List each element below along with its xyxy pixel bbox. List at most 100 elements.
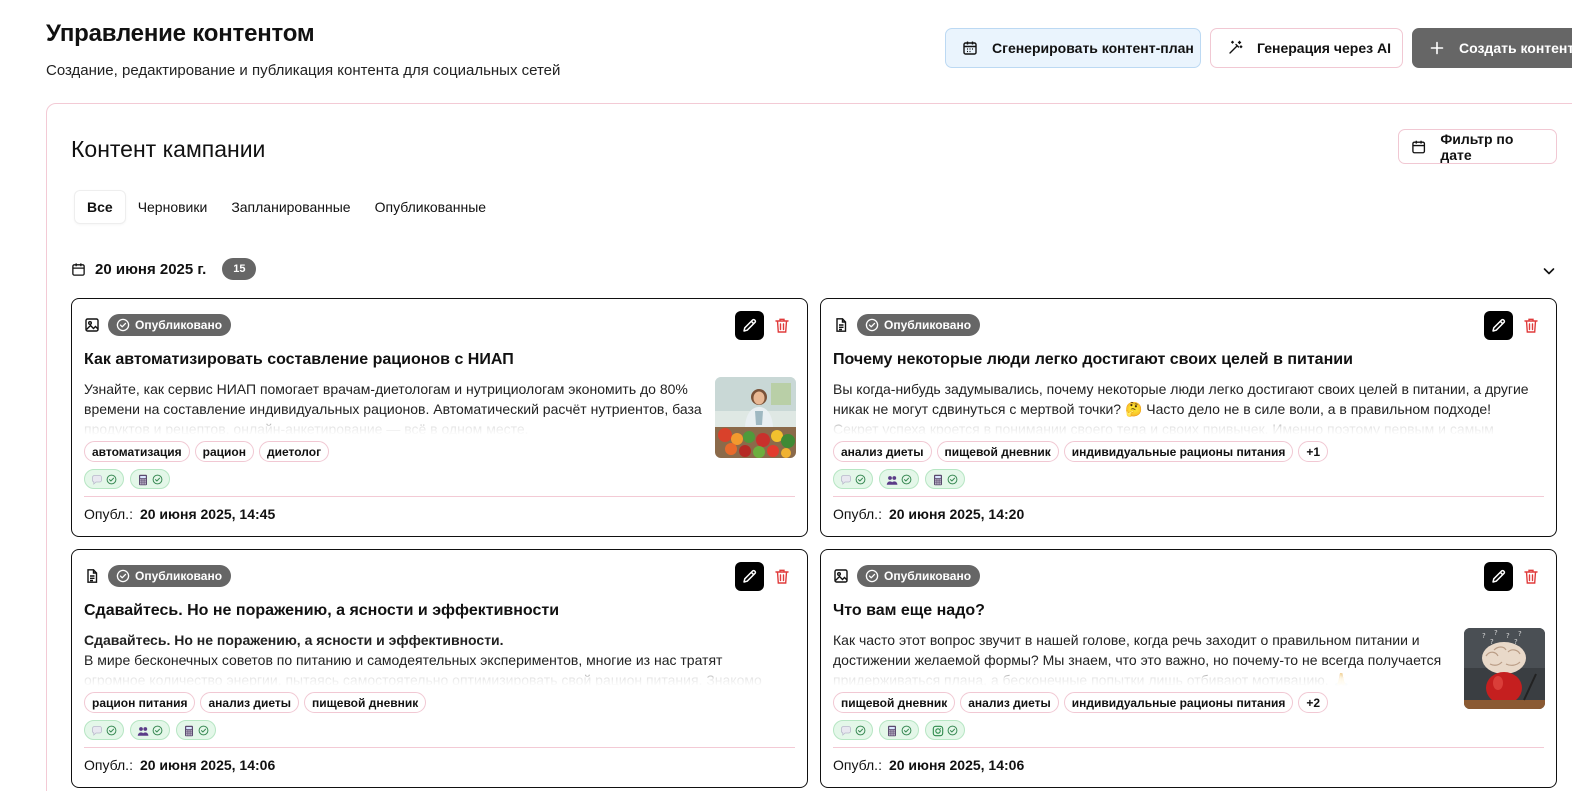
tab-scheduled[interactable]: Запланированные	[219, 190, 362, 224]
published-date: 20 июня 2025, 14:06	[139, 757, 276, 773]
platform-status-chip	[130, 469, 170, 489]
tag[interactable]: индивидуальные рационы питания	[1063, 692, 1294, 713]
content-card[interactable]: Опубликовано Что вам еще надо? Как часто э…	[820, 549, 1557, 788]
content-card[interactable]: Опубликовано Почему некоторые люди легко …	[820, 298, 1557, 537]
tag[interactable]: индивидуальные рационы питания	[1063, 441, 1294, 462]
edit-button[interactable]	[735, 562, 764, 591]
card-body-lead: Сдавайтесь. Но не поражению, а ясности и…	[84, 632, 504, 648]
card-footer: Опубл.: 20 июня 2025, 14:20	[833, 506, 1024, 522]
card-body-text: В мире бесконечных советов по питанию и …	[84, 652, 762, 686]
tag[interactable]: анализ диеты	[960, 692, 1059, 713]
card-body-text: Как часто этот вопрос звучит в нашей гол…	[833, 632, 1442, 686]
tag-list: пищевой дневник анализ диеты индивидуальны…	[833, 692, 1329, 713]
calculator-icon	[183, 724, 195, 737]
card-body-text: Вы когда-нибудь задумывались, почему нек…	[833, 381, 1529, 435]
date-filter-button[interactable]: Фильтр по дате	[1398, 129, 1557, 164]
page-subtitle: Создание, редактирование и публикация ко…	[46, 62, 561, 79]
tag-list: анализ диеты пищевой дневник индивидуальны…	[833, 441, 1329, 462]
pencil-icon	[743, 318, 757, 332]
tag[interactable]: рацион	[194, 441, 255, 462]
platform-list	[84, 720, 216, 740]
tag[interactable]: анализ диеты	[200, 692, 300, 713]
calculator-icon	[932, 473, 944, 486]
edit-button[interactable]	[1484, 562, 1513, 591]
tag[interactable]: пищевой дневник	[833, 692, 956, 713]
content-card[interactable]: Опубликовано Как автоматизировать составл…	[71, 298, 808, 537]
tab-drafts[interactable]: Черновики	[126, 190, 220, 224]
platform-status-chip	[925, 720, 965, 740]
header-actions: Сгенерировать контент-план Генерация чер…	[945, 28, 1572, 68]
pencil-icon	[1492, 318, 1506, 332]
calendar-icon	[72, 262, 85, 276]
tag[interactable]: пищевой дневник	[304, 692, 427, 713]
magic-wand-icon	[1229, 40, 1243, 54]
tag[interactable]: анализ диеты	[833, 441, 932, 462]
card-footer: Опубл.: 20 июня 2025, 14:06	[833, 757, 1024, 773]
platform-status-chip	[130, 720, 170, 740]
date-group-label: 20 июня 2025 г.	[95, 260, 207, 278]
platform-list	[84, 469, 170, 489]
check-circle-icon	[947, 474, 958, 484]
page-title: Управление контентом	[46, 20, 315, 47]
card-footer: Опубл.: 20 июня 2025, 14:45	[84, 506, 275, 522]
calendar-icon	[963, 41, 977, 55]
check-circle-icon	[865, 318, 879, 332]
published-date: 20 июня 2025, 14:20	[888, 506, 1025, 522]
date-group-header[interactable]: 20 июня 2025 г. 15	[71, 258, 257, 280]
ai-generation-label: Генерация через AI	[1257, 40, 1391, 56]
tag-list: автоматизация рацион диетолог	[84, 441, 330, 462]
brain-apple-photo: ??????	[1464, 628, 1545, 709]
pencil-icon	[1492, 569, 1506, 583]
create-content-button[interactable]: Создать контент	[1412, 28, 1572, 68]
published-date: 20 июня 2025, 14:06	[888, 757, 1025, 773]
page-header: Управление контентом Создание, редактиро…	[46, 20, 560, 79]
calculator-icon	[137, 473, 149, 486]
svg-text:?: ?	[1494, 629, 1498, 637]
ai-generation-button[interactable]: Генерация через AI	[1210, 28, 1403, 68]
check-circle-icon	[152, 725, 163, 735]
tag-list: рацион питания анализ диеты пищевой дневни…	[84, 692, 427, 713]
card-title: Как автоматизировать составление рационо…	[84, 351, 514, 368]
people-icon	[137, 724, 149, 736]
content-count-badge: 15	[222, 258, 257, 280]
status-badge: Опубликовано	[108, 565, 232, 587]
card-footer: Опубл.: 20 июня 2025, 14:06	[84, 757, 275, 773]
tag[interactable]: автоматизация	[84, 441, 190, 462]
check-circle-icon	[152, 474, 163, 484]
platform-status-chip	[833, 469, 873, 489]
tag[interactable]: рацион питания	[84, 692, 196, 713]
edit-button[interactable]	[1484, 311, 1513, 340]
tag[interactable]: пищевой дневник	[936, 441, 1059, 462]
card-divider	[833, 747, 1544, 748]
status-label: Опубликовано	[135, 569, 223, 583]
content-card[interactable]: Опубликовано Сдавайтесь. Но не поражению,…	[71, 549, 808, 788]
trash-icon[interactable]	[1523, 317, 1539, 334]
published-label: Опубл.:	[84, 506, 133, 522]
svg-text:?: ?	[1518, 630, 1522, 638]
chat-icon	[840, 724, 852, 736]
card-body: Вы когда-нибудь задумывались, почему нек…	[833, 379, 1533, 435]
trash-icon[interactable]	[774, 568, 790, 585]
edit-button[interactable]	[735, 311, 764, 340]
chat-icon	[91, 473, 103, 485]
card-body: Как часто этот вопрос звучит в нашей гол…	[833, 630, 1453, 686]
card-body: Узнайте, как сервис НИАП помогает врачам…	[84, 379, 704, 435]
status-tabs: Все Черновики Запланированные Опубликова…	[74, 190, 498, 224]
tab-all[interactable]: Все	[74, 190, 126, 224]
platform-status-chip	[833, 720, 873, 740]
tab-published[interactable]: Опубликованные	[363, 190, 498, 224]
generate-content-plan-button[interactable]: Сгенерировать контент-план	[945, 28, 1201, 68]
date-filter-label: Фильтр по дате	[1440, 130, 1514, 163]
check-circle-icon	[855, 474, 866, 484]
card-title: Почему некоторые люди легко достигают св…	[833, 351, 1353, 368]
platform-status-chip	[879, 469, 919, 489]
more-tags-badge[interactable]: +1	[1298, 441, 1329, 462]
calculator-icon	[886, 724, 898, 737]
more-tags-badge[interactable]: +2	[1298, 692, 1329, 713]
tag[interactable]: диетолог	[259, 441, 330, 462]
status-label: Опубликовано	[135, 318, 223, 332]
trash-icon[interactable]	[1523, 568, 1539, 585]
chevron-down-icon[interactable]	[1540, 262, 1558, 280]
card-divider	[84, 747, 795, 748]
trash-icon[interactable]	[774, 317, 790, 334]
